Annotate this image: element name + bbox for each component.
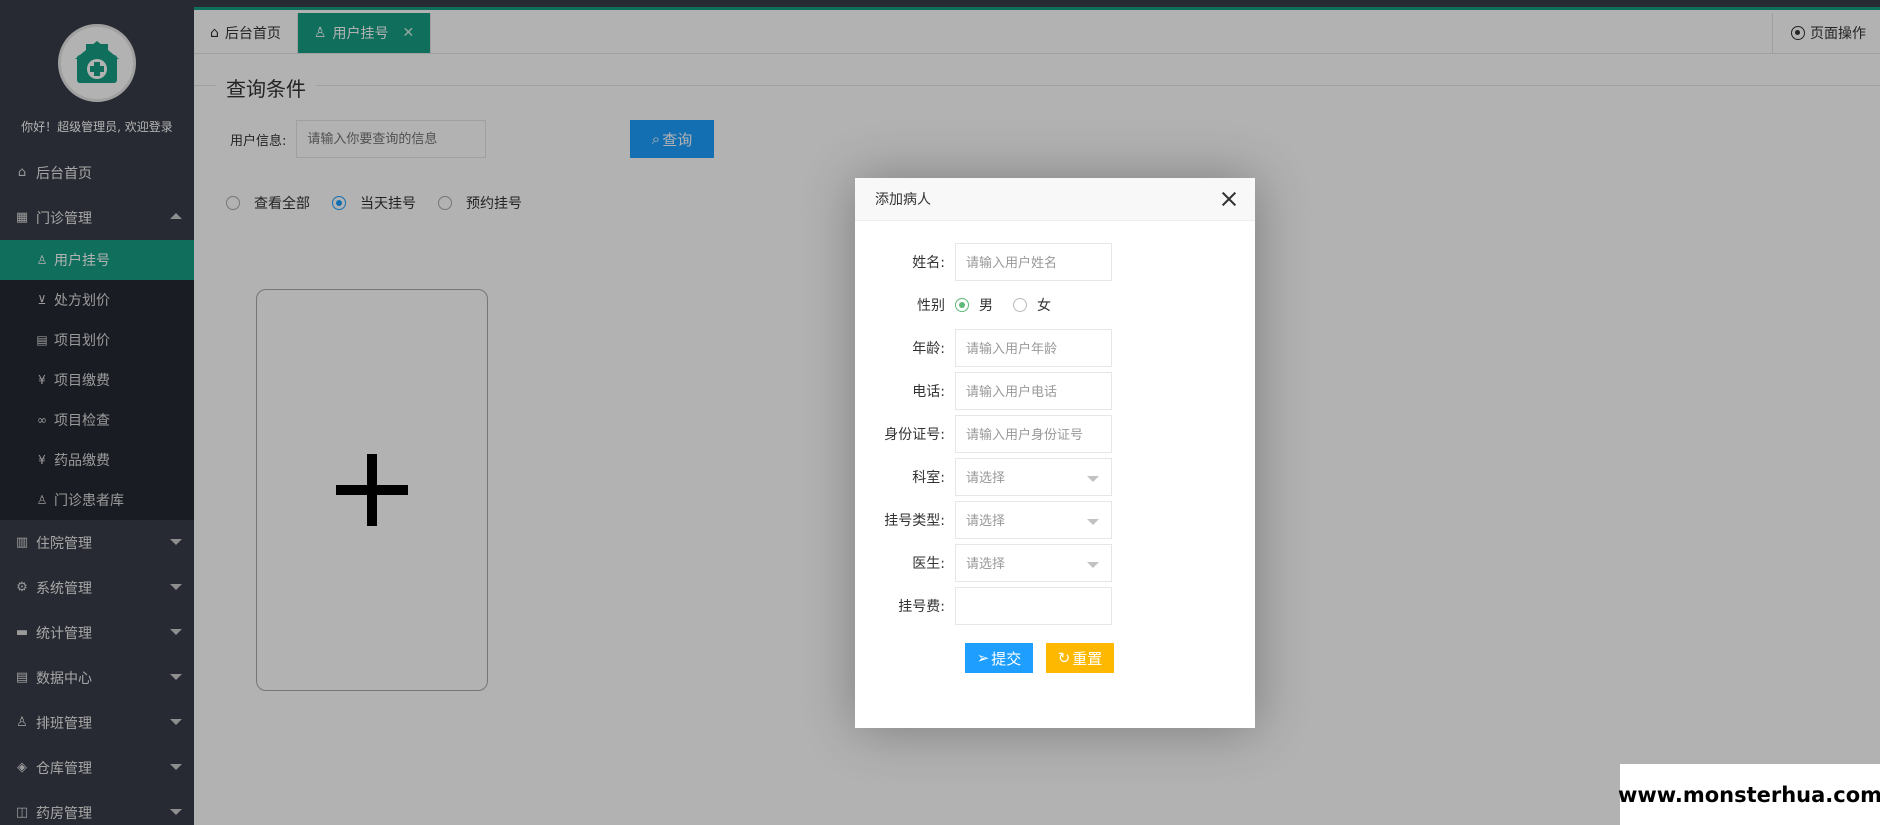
id-number-label: 身份证号: — [884, 426, 945, 443]
age-input[interactable]: 请输入用户年龄 — [955, 328, 1112, 367]
submit-button[interactable]: ➢ 提交 — [965, 643, 1033, 673]
form-row-age: 年龄: 请输入用户年龄 — [855, 326, 1255, 369]
form-row-registration-type: 挂号类型: 请选择 — [855, 498, 1255, 541]
dialog-header: 添加病人 — [855, 178, 1255, 221]
form-row-department: 科室: 请选择 — [855, 455, 1255, 498]
chevron-down-icon — [1087, 518, 1099, 525]
form-row-gender: 性别 男 女 — [855, 283, 1255, 326]
refresh-icon: ↻ — [1057, 650, 1071, 667]
form-row-fee: 挂号费: — [855, 584, 1255, 627]
add-patient-dialog: 添加病人 姓名: 请输入用户姓名 性别 男 女 年龄: 请输入用户年龄 电话: … — [855, 178, 1255, 728]
doctor-select[interactable]: 请选择 — [955, 543, 1112, 582]
close-icon[interactable] — [1219, 189, 1239, 209]
gender-male-radio[interactable] — [955, 297, 969, 312]
gender-radio-group: 男 女 — [955, 295, 1071, 315]
name-placeholder: 请输入用户姓名 — [966, 256, 1058, 271]
chevron-down-icon — [1087, 475, 1099, 482]
department-label: 科室: — [912, 469, 945, 486]
doctor-placeholder: 请选择 — [966, 557, 1006, 572]
form-row-id-number: 身份证号: 请输入用户身份证号 — [855, 412, 1255, 455]
form-row-doctor: 医生: 请选择 — [855, 541, 1255, 584]
submit-label: 提交 — [991, 650, 1022, 668]
gender-female-label: 女 — [1037, 297, 1051, 314]
form-row-phone: 电话: 请输入用户电话 — [855, 369, 1255, 412]
registration-type-placeholder: 请选择 — [966, 514, 1006, 529]
age-placeholder: 请输入用户年龄 — [966, 342, 1058, 357]
chevron-down-icon — [1087, 561, 1099, 568]
dialog-actions: ➢ 提交 ↻ 重置 — [965, 643, 1114, 673]
dialog-title: 添加病人 — [875, 192, 931, 208]
name-input[interactable]: 请输入用户姓名 — [955, 242, 1112, 281]
reset-button[interactable]: ↻ 重置 — [1046, 643, 1114, 673]
patient-form: 姓名: 请输入用户姓名 性别 男 女 年龄: 请输入用户年龄 电话: 请输入用户… — [855, 240, 1255, 627]
name-label: 姓名: — [912, 254, 945, 271]
registration-type-label: 挂号类型: — [884, 512, 945, 529]
send-icon: ➢ — [976, 650, 990, 667]
id-number-placeholder: 请输入用户身份证号 — [966, 428, 1084, 443]
fee-input[interactable] — [955, 586, 1112, 625]
watermark: www.monsterhua.com — [1618, 764, 1880, 825]
id-number-input[interactable]: 请输入用户身份证号 — [955, 414, 1112, 453]
age-label: 年龄: — [912, 340, 945, 357]
doctor-label: 医生: — [912, 555, 945, 572]
phone-label: 电话: — [912, 383, 945, 400]
form-row-name: 姓名: 请输入用户姓名 — [855, 240, 1255, 283]
phone-input[interactable]: 请输入用户电话 — [955, 371, 1112, 410]
registration-type-select[interactable]: 请选择 — [955, 500, 1112, 539]
department-placeholder: 请选择 — [966, 471, 1006, 486]
department-select[interactable]: 请选择 — [955, 457, 1112, 496]
gender-label: 性别 — [917, 297, 945, 314]
fee-label: 挂号费: — [898, 598, 945, 615]
phone-placeholder: 请输入用户电话 — [966, 385, 1058, 400]
reset-label: 重置 — [1072, 650, 1103, 668]
gender-male-label: 男 — [979, 297, 993, 314]
gender-female-radio[interactable] — [1013, 297, 1027, 312]
